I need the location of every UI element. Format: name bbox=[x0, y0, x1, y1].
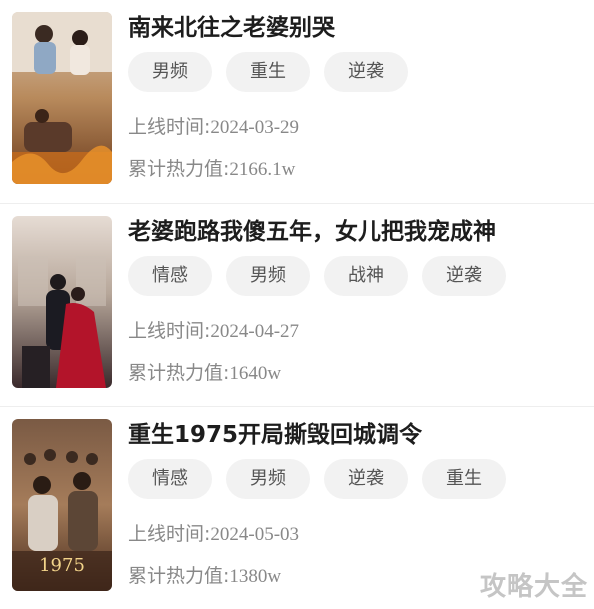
tag-list: 男频 重生 逆袭 bbox=[128, 52, 584, 92]
online-date-label: 上线时间: bbox=[128, 523, 211, 545]
watermark-logo: 攻略大全 bbox=[479, 572, 588, 602]
online-date-value: 2024-03-29 bbox=[210, 117, 300, 138]
online-date-row: 上线时间:2024-05-03 bbox=[128, 519, 584, 549]
drama-title[interactable]: 重生1975开局撕毁回城调令 bbox=[128, 417, 584, 453]
drama-card[interactable]: 老婆跑路我傻五年，女儿把我宠成神 情感 男频 战神 逆袭 上线时间:2024-0… bbox=[0, 203, 594, 406]
online-date-value: 2024-04-27 bbox=[210, 321, 300, 342]
genre-tag[interactable]: 情感 bbox=[128, 256, 212, 296]
drama-cover-image[interactable] bbox=[12, 216, 112, 388]
drama-info: 老婆跑路我傻五年，女儿把我宠成神 情感 男频 战神 逆袭 上线时间:2024-0… bbox=[128, 214, 584, 388]
drama-card[interactable]: 南来北往之老婆别哭 男频 重生 逆袭 上线时间:2024-03-29 累计热力值… bbox=[0, 0, 594, 203]
heat-value: 1640w bbox=[229, 363, 282, 384]
heat-value-label: 累计热力值: bbox=[128, 362, 230, 384]
heat-value-label: 累计热力值: bbox=[128, 565, 230, 587]
genre-tag[interactable]: 男频 bbox=[226, 459, 310, 499]
online-date-label: 上线时间: bbox=[128, 116, 211, 138]
heat-value-label: 累计热力值: bbox=[128, 158, 230, 180]
tag-list: 情感 男频 战神 逆袭 bbox=[128, 256, 584, 296]
online-date-value: 2024-05-03 bbox=[210, 524, 300, 545]
heat-value: 1380w bbox=[229, 566, 282, 587]
genre-tag[interactable]: 重生 bbox=[422, 459, 506, 499]
heat-value-row: 累计热力值:2166.1w bbox=[128, 154, 584, 184]
genre-tag[interactable]: 逆袭 bbox=[324, 459, 408, 499]
drama-cover-image[interactable] bbox=[12, 12, 112, 184]
genre-tag[interactable]: 重生 bbox=[226, 52, 310, 92]
heat-value: 2166.1w bbox=[229, 159, 296, 180]
drama-title[interactable]: 南来北往之老婆别哭 bbox=[128, 10, 584, 46]
genre-tag[interactable]: 逆袭 bbox=[422, 256, 506, 296]
online-date-label: 上线时间: bbox=[128, 320, 211, 342]
drama-title[interactable]: 老婆跑路我傻五年，女儿把我宠成神 bbox=[128, 214, 584, 250]
drama-list: 南来北往之老婆别哭 男频 重生 逆袭 上线时间:2024-03-29 累计热力值… bbox=[0, 0, 594, 609]
genre-tag[interactable]: 逆袭 bbox=[324, 52, 408, 92]
online-date-row: 上线时间:2024-04-27 bbox=[128, 316, 584, 346]
drama-info: 南来北往之老婆别哭 男频 重生 逆袭 上线时间:2024-03-29 累计热力值… bbox=[128, 10, 584, 184]
tag-list: 情感 男频 逆袭 重生 bbox=[128, 459, 584, 499]
online-date-row: 上线时间:2024-03-29 bbox=[128, 112, 584, 142]
genre-tag[interactable]: 男频 bbox=[226, 256, 310, 296]
genre-tag[interactable]: 男频 bbox=[128, 52, 212, 92]
drama-cover-image[interactable]: 1975 bbox=[12, 419, 112, 591]
genre-tag[interactable]: 战神 bbox=[324, 256, 408, 296]
drama-info: 重生1975开局撕毁回城调令 情感 男频 逆袭 重生 上线时间:2024-05-… bbox=[128, 417, 584, 591]
heat-value-row: 累计热力值:1640w bbox=[128, 358, 584, 388]
genre-tag[interactable]: 情感 bbox=[128, 459, 212, 499]
svg-text:1975: 1975 bbox=[39, 555, 85, 576]
